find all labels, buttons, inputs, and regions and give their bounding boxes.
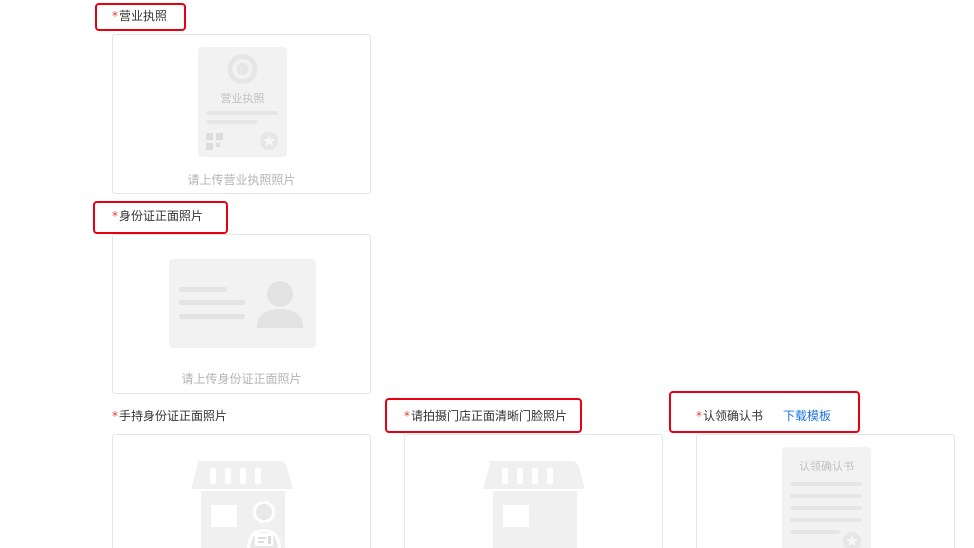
- id-front-upload[interactable]: 请上传身份证正面照片: [112, 234, 371, 394]
- claim-letter-label-text: 认领确认书: [703, 409, 764, 423]
- id-card-icon: [179, 281, 303, 328]
- download-template-link[interactable]: 下载模板: [783, 409, 831, 423]
- storefront-icon: [483, 461, 585, 548]
- required-mark: *: [112, 9, 118, 23]
- required-mark: *: [112, 209, 118, 223]
- claim-letter-label: *认领确认书 下载模板: [696, 408, 831, 424]
- license-illustration-title: 营业执照: [220, 92, 265, 105]
- id-front-label: *身份证正面照片: [112, 208, 203, 224]
- handheld-id-upload[interactable]: [112, 434, 371, 548]
- claim-letter-upload[interactable]: 认领确认书: [696, 434, 955, 548]
- storefront-upload[interactable]: [404, 434, 663, 548]
- required-mark: *: [696, 409, 702, 423]
- store-with-person-icon: [191, 461, 293, 548]
- business-license-label-text: 营业执照: [119, 9, 168, 23]
- business-license-illustration: 营业执照: [198, 47, 287, 157]
- required-mark: *: [112, 409, 118, 423]
- id-front-hint: 请上传身份证正面照片: [181, 372, 302, 386]
- id-card-illustration: [169, 259, 316, 348]
- business-license-hint: 请上传营业执照照片: [187, 173, 296, 187]
- business-license-upload[interactable]: 营业执照 请上传营业执照照片: [112, 34, 371, 194]
- required-mark: *: [404, 409, 410, 423]
- upload-form: *营业执照 营业执照 请上传营业执照照片 *身份证正面照片 请上传身份证正面照片…: [0, 0, 974, 548]
- claim-letter-illustration: 认领确认书: [782, 447, 871, 548]
- storefront-label: *请拍摄门店正面清晰门脸照片: [404, 408, 567, 424]
- storefront-label-text: 请拍摄门店正面清晰门脸照片: [411, 409, 568, 423]
- id-front-label-text: 身份证正面照片: [119, 209, 204, 223]
- document-lines-icon: [790, 482, 862, 548]
- business-license-label: *营业执照: [112, 8, 167, 24]
- handheld-id-label: *手持身份证正面照片: [112, 408, 227, 424]
- handheld-id-label-text: 手持身份证正面照片: [119, 409, 228, 423]
